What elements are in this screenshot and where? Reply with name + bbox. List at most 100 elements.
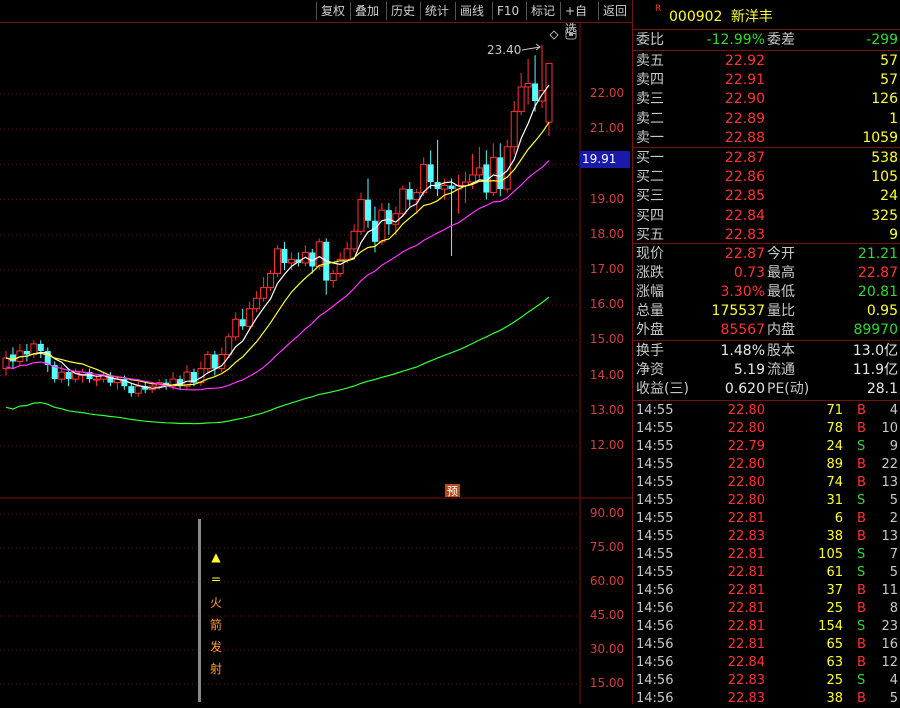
kline-chart-area[interactable]: 23.40 预 19.91 22.00 21.00 19.00 18.00 17.00 16… — [0, 23, 632, 704]
stat-value: 0.95 — [866, 303, 898, 319]
tick-time: 14:55 — [636, 547, 674, 562]
toolbar-button-1[interactable]: 叠加 — [350, 2, 386, 20]
stat-value: 85567 — [720, 322, 765, 338]
signal-text: ▲ — [211, 550, 221, 564]
tick-price: 22.79 — [727, 439, 765, 454]
tick-price: 22.80 — [727, 457, 765, 472]
stat-label: 涨幅 — [636, 284, 664, 300]
diamond-icon — [549, 30, 559, 40]
tick-direction: B — [857, 421, 866, 436]
tick-row: 14:55 22.80 74 B 13 — [633, 474, 900, 492]
tick-time: 14:55 — [636, 403, 674, 418]
candle-body-down — [385, 210, 392, 225]
chart-toolbar: 复权 叠加 历史 统计 画线 F10 标记 +自选 返回 — [0, 0, 632, 36]
stat-label: 最低 — [767, 284, 795, 300]
ma5-line — [5, 84, 550, 389]
tick-price: 22.80 — [727, 493, 765, 508]
panel-separator — [633, 340, 900, 341]
stat-value: 22.87 — [724, 246, 765, 262]
stock-title[interactable]: R 000902 新洋丰 — [633, 0, 900, 29]
indicator-tick-label: 30.00 — [589, 642, 625, 656]
candle-body-up — [524, 82, 532, 88]
tick-volume: 74 — [826, 475, 843, 490]
tick-volume: 65 — [826, 637, 843, 652]
stock-code: 000902 — [669, 9, 723, 25]
candle-body-up — [413, 192, 421, 201]
tick-price: 22.80 — [727, 403, 765, 418]
candle-body-down — [211, 354, 218, 369]
bid-label: 买五 — [636, 226, 664, 243]
tick-row: 14:55 22.80 78 B 10 — [633, 420, 900, 438]
tick-direction: B — [857, 637, 866, 652]
candle-body-up — [378, 209, 386, 243]
candle-body-up — [315, 241, 323, 267]
fundamental-label: 股本 — [767, 343, 795, 359]
signal-text: 射 — [209, 662, 222, 676]
bid-row: 买三 22.85 24 — [633, 187, 900, 205]
candle-body-up — [357, 199, 365, 232]
tick-count: 13 — [881, 475, 898, 490]
bid-price: 22.84 — [724, 207, 765, 224]
candle-body-up — [204, 353, 212, 370]
indicator-tick-label: 60.00 — [589, 574, 625, 588]
tick-direction: S — [857, 565, 866, 580]
bid-label: 买四 — [636, 207, 664, 224]
toolbar-button-6[interactable]: 标记 — [526, 2, 560, 20]
panel-separator — [633, 243, 900, 244]
weicha-value: -299 — [866, 32, 898, 48]
panel-separator — [633, 29, 900, 30]
tick-volume: 61 — [826, 565, 843, 580]
tick-volume: 25 — [826, 673, 843, 688]
tick-count: 9 — [889, 439, 898, 454]
candle-body-down — [406, 189, 413, 200]
bid-row: 买五 22.83 9 — [633, 226, 900, 244]
bid-row: 买四 22.84 325 — [633, 207, 900, 225]
tick-time: 14:56 — [636, 673, 674, 688]
tick-row: 14:56 22.83 38 B 5 — [633, 690, 900, 708]
fundamental-label: 换手 — [636, 343, 664, 359]
fundamental-value: 1.48% — [720, 343, 765, 359]
toolbar-button-7[interactable]: +自选 — [560, 2, 598, 36]
tick-volume: 24 — [826, 439, 843, 454]
tick-price: 22.84 — [727, 655, 765, 670]
tick-time: 14:55 — [636, 421, 674, 436]
ask-row: 卖三 22.90 126 — [633, 90, 900, 108]
price-tick-label: 12.00 — [589, 438, 625, 452]
toolbar-button-0[interactable]: 复权 — [316, 2, 350, 20]
tick-row: 14:56 22.84 63 B 12 — [633, 654, 900, 672]
candle-body-up — [93, 378, 100, 381]
kline-chart[interactable]: 23.40 预 — [0, 23, 632, 704]
ask-label: 卖二 — [636, 110, 664, 127]
tick-volume: 63 — [826, 655, 843, 670]
tick-volume: 154 — [818, 619, 843, 634]
tick-time: 14:56 — [636, 655, 674, 670]
tick-time: 14:55 — [636, 565, 674, 580]
tick-volume: 37 — [826, 583, 843, 598]
tick-time: 14:56 — [636, 637, 674, 652]
tick-row: 14:56 22.81 37 B 11 — [633, 582, 900, 600]
tick-price: 22.81 — [727, 601, 765, 616]
toolbar-button-5[interactable]: F10 — [492, 2, 526, 20]
tick-count: 13 — [881, 529, 898, 544]
tick-direction: S — [857, 547, 866, 562]
toolbar-button-4[interactable]: 画线 — [455, 2, 492, 20]
tick-price: 22.81 — [727, 547, 765, 562]
candle-body-up — [246, 308, 254, 327]
tick-direction: B — [857, 457, 866, 472]
tick-direction: B — [857, 403, 866, 418]
toolbar-button-3[interactable]: 统计 — [420, 2, 455, 20]
ask-volume: 1 — [889, 110, 898, 127]
toolbar-button-2[interactable]: 历史 — [386, 2, 420, 20]
toolbar-button-8[interactable]: 返回 — [598, 2, 632, 20]
ask-volume: 57 — [880, 72, 898, 89]
tick-direction: S — [857, 619, 866, 634]
tick-direction: B — [857, 655, 866, 670]
signal-text: 箭 — [209, 618, 222, 632]
price-tick-label: 21.00 — [589, 121, 625, 136]
stat-label: 涨跌 — [636, 265, 664, 281]
tick-count: 10 — [881, 421, 898, 436]
bid-row: 买一 22.87 538 — [633, 149, 900, 167]
candle-body-down — [239, 319, 246, 327]
candle-body-up — [441, 185, 449, 190]
ask-price: 22.91 — [724, 72, 765, 89]
